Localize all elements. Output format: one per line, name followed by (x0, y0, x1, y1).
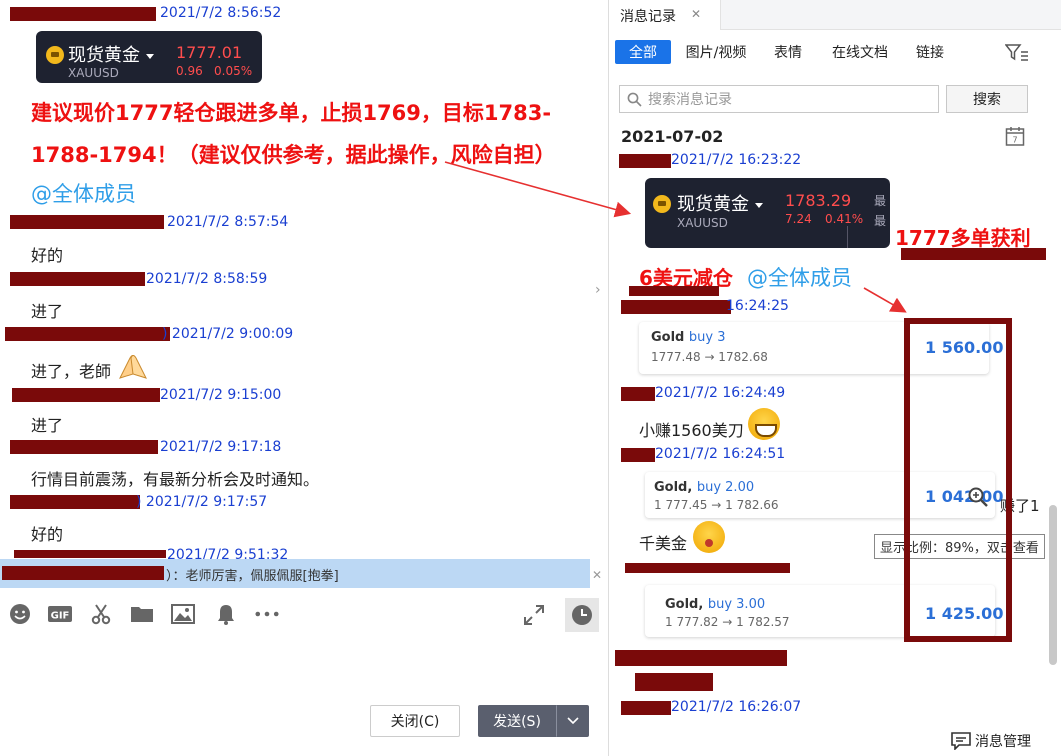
annotation-arrow (863, 287, 907, 313)
annotation-arrows (444, 161, 907, 313)
annotation-arrow (444, 161, 632, 218)
